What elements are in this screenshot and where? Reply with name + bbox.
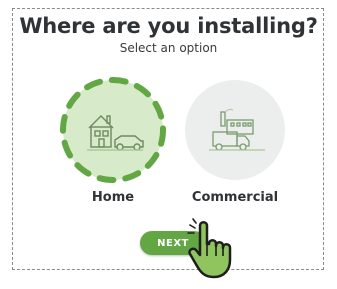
page-subtitle: Select an option (119, 41, 218, 55)
option-commercial-label: Commercial (191, 190, 279, 205)
option-commercial-circle (185, 80, 285, 180)
page-title: Where are you installing? (19, 14, 318, 38)
option-home-label: Home (91, 190, 135, 205)
house-car-icon (87, 115, 144, 151)
option-home[interactable]: Home (58, 76, 168, 206)
option-commercial[interactable]: Commercial (180, 76, 290, 206)
pointing-hand-icon (187, 218, 232, 279)
factory-truck-icon (209, 108, 265, 151)
option-home-circle (60, 77, 166, 183)
